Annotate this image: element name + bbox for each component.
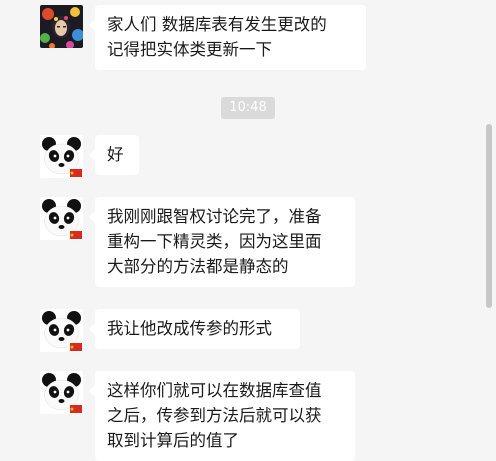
message-text: 之后，传参到方法后就可以获 bbox=[107, 406, 322, 425]
message-text: 大部分的方法都是静态的 bbox=[107, 257, 289, 276]
panda-avatar[interactable] bbox=[40, 371, 83, 414]
message-bubble[interactable]: 我让他改成传参的形式 bbox=[89, 309, 300, 349]
message-text: 取到计算后的值了 bbox=[107, 431, 239, 450]
message-bubble[interactable]: 家人们 数据库表有发生更改的 记得把实体类更新一下 bbox=[89, 5, 366, 70]
message-text: 记得把实体类更新一下 bbox=[107, 40, 272, 59]
chat-message-panel[interactable]: 家人们 数据库表有发生更改的 记得把实体类更新一下 10:48 好 我刚刚跟智权… bbox=[0, 0, 496, 461]
message-text: 这样你们就可以在数据库查值 bbox=[107, 381, 322, 400]
message-bubble[interactable]: 这样你们就可以在数据库查值 之后，传参到方法后就可以获 取到计算后的值了 bbox=[89, 371, 355, 461]
message-text: 家人们 数据库表有发生更改的 bbox=[107, 15, 327, 34]
panda-avatar[interactable] bbox=[40, 309, 83, 352]
colorful-portrait-avatar[interactable] bbox=[40, 5, 83, 48]
message-text: 我让他改成传参的形式 bbox=[107, 319, 272, 338]
panda-avatar[interactable] bbox=[40, 135, 83, 178]
message-bubble[interactable]: 我刚刚跟智权讨论完了，准备 重构一下精灵类，因为这里面 大部分的方法都是静态的 bbox=[89, 197, 355, 287]
panda-avatar[interactable] bbox=[40, 197, 83, 240]
timestamp-divider: 10:48 bbox=[221, 97, 275, 119]
message-text: 我刚刚跟智权讨论完了，准备 bbox=[107, 207, 322, 226]
scrollbar[interactable] bbox=[486, 124, 492, 308]
message-text: 重构一下精灵类，因为这里面 bbox=[107, 232, 322, 251]
message-bubble[interactable]: 好 bbox=[89, 135, 139, 175]
message-text: 好 bbox=[107, 145, 124, 164]
